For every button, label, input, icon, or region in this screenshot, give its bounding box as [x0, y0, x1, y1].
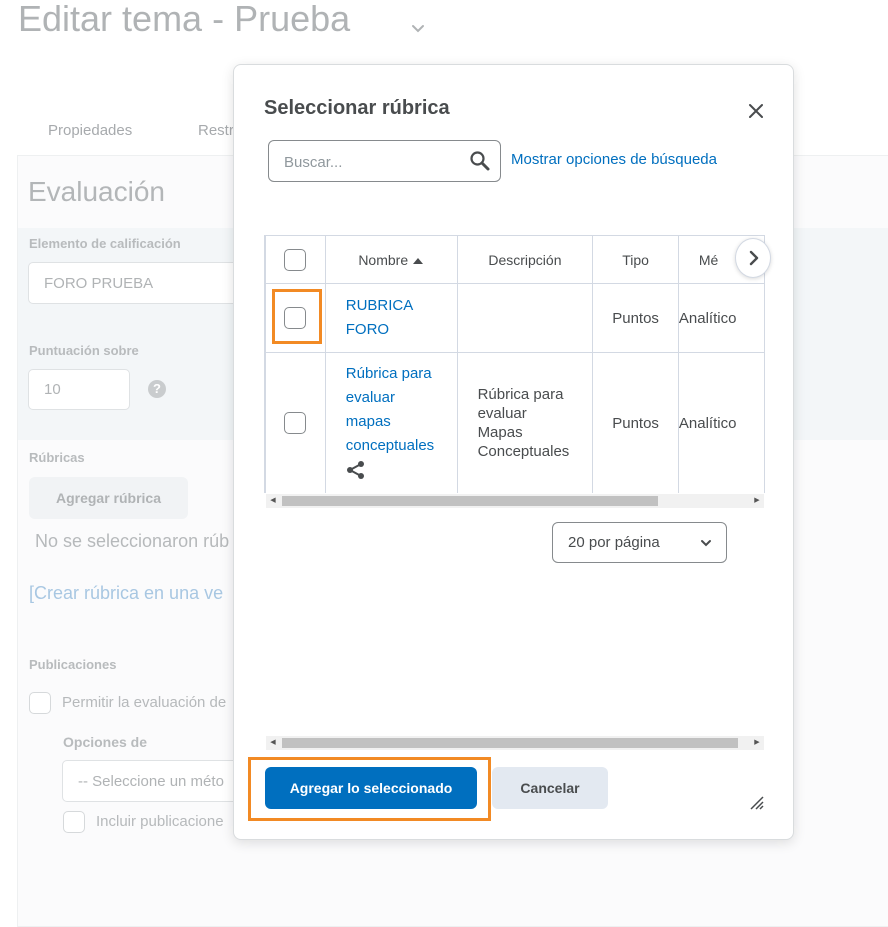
publications-label: Publicaciones [29, 657, 117, 672]
table-scrollbar-thumb[interactable] [282, 496, 658, 506]
search-box [268, 140, 501, 183]
dialog-scrollbar[interactable]: ◀ ▶ [266, 736, 764, 750]
select-all-cell [265, 235, 326, 284]
include-publications-checkbox[interactable] [63, 811, 85, 833]
tab-propiedades[interactable]: Propiedades [48, 122, 132, 139]
cancel-button[interactable]: Cancelar [492, 767, 608, 809]
page-title: Editar tema - Prueba [18, 0, 351, 39]
share-icon [326, 460, 457, 484]
table-row: Rúbrica para evaluar mapas conceptuales … [265, 352, 765, 493]
sort-ascending-icon [412, 252, 424, 268]
add-rubric-button[interactable]: Agregar rúbrica [29, 477, 188, 519]
search-icon[interactable] [469, 150, 491, 172]
help-icon[interactable]: ? [148, 380, 166, 398]
row-checkbox[interactable] [284, 412, 307, 434]
dialog-title: Seleccionar rúbrica [264, 97, 450, 119]
scroll-right-arrow-icon[interactable]: ▶ [750, 494, 764, 508]
column-header-type: Tipo [592, 235, 679, 284]
score-field[interactable]: 10 [28, 369, 130, 410]
column-header-description: Descripción [456, 235, 594, 284]
search-options-link[interactable]: Mostrar opciones de búsqueda [511, 151, 717, 168]
column-header-name[interactable]: Nombre [324, 235, 458, 284]
section-title: Evaluación [28, 176, 165, 207]
chevron-down-icon [699, 536, 713, 550]
scroll-left-arrow-icon[interactable]: ◀ [266, 736, 280, 750]
close-icon[interactable] [744, 99, 768, 123]
rubric-name-link[interactable]: Rúbrica para evaluar mapas conceptuales [326, 362, 457, 458]
add-selected-button[interactable]: Agregar lo seleccionado [265, 767, 477, 809]
allow-eval-checkbox[interactable] [29, 692, 51, 714]
include-publications-label: Incluir publicacione [96, 813, 224, 830]
rubric-type: Puntos [592, 283, 679, 353]
rubric-description [456, 283, 594, 353]
score-label: Puntuación sobre [29, 343, 139, 358]
rubrics-table: Nombre Descripción Tipo Mé RUBRICA FORO [265, 235, 765, 493]
method-select[interactable]: -- Seleccione un méto [62, 760, 252, 802]
rubric-method: Analítico [677, 283, 765, 353]
rubric-type: Puntos [592, 352, 679, 493]
select-rubric-dialog: Seleccionar rúbrica Mostrar opciones de … [233, 64, 794, 840]
options-label: Opciones de [63, 734, 148, 750]
resize-handle-icon[interactable] [749, 795, 765, 811]
rubric-description: Rúbrica para evaluar Mapas Conceptuales [477, 386, 570, 460]
tab-restrictions[interactable]: Restr [198, 122, 234, 139]
chevron-down-icon[interactable] [408, 18, 428, 44]
scroll-right-button[interactable] [735, 238, 771, 278]
grade-item-label: Elemento de calificación [29, 236, 181, 251]
rubrics-label: Rúbricas [29, 450, 85, 465]
table-scrollbar[interactable]: ◀ ▶ [266, 494, 764, 508]
create-rubric-link[interactable]: [Crear rúbrica en una ve [29, 583, 223, 604]
per-page-select[interactable]: 20 por página [552, 522, 727, 563]
table-row: RUBRICA FORO Puntos Analítico [265, 283, 765, 353]
scroll-left-arrow-icon[interactable]: ◀ [266, 494, 280, 508]
allow-eval-label: Permitir la evaluación de [62, 694, 227, 711]
dialog-scrollbar-thumb[interactable] [282, 738, 738, 748]
select-all-checkbox[interactable] [284, 248, 307, 271]
search-input[interactable] [269, 141, 476, 183]
rubric-method: Analítico [677, 352, 765, 493]
checkbox-highlight [272, 289, 322, 344]
scroll-right-arrow-icon[interactable]: ▶ [750, 736, 764, 750]
rubric-name-link[interactable]: RUBRICA FORO [326, 294, 457, 342]
grade-item-field[interactable]: FORO PRUEBA [28, 262, 243, 304]
rubrics-table-container: Nombre Descripción Tipo Mé RUBRICA FORO [264, 235, 765, 493]
no-rubrics-text: No se seleccionaron rúb [35, 531, 230, 551]
